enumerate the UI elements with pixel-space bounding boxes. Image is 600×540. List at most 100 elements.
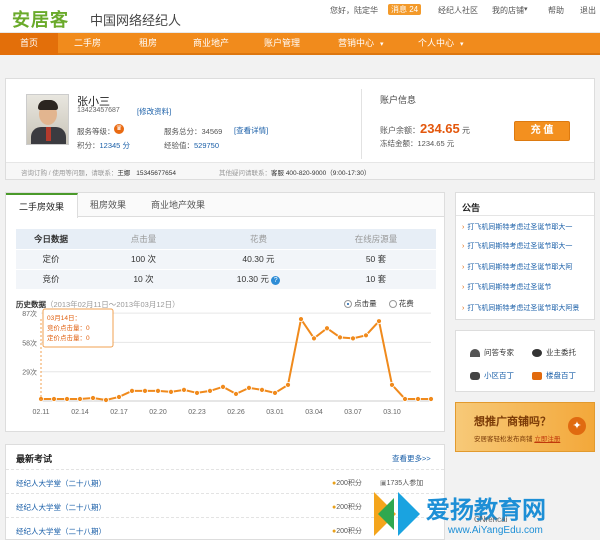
data-point xyxy=(220,383,226,390)
tooltip-line: 定价点击量：0 xyxy=(47,333,90,342)
graduation-cap-icon xyxy=(470,349,480,358)
header-clicks: 点击量 xyxy=(86,229,201,250)
logo[interactable]: 安居客 xyxy=(12,6,69,32)
row-listings: 50 套 xyxy=(316,249,436,270)
tooltip-line: 03月14日： xyxy=(47,314,81,322)
promo-banner[interactable]: 想推广商铺吗？ 安居客轻松发布商铺 立即注册 ✦ xyxy=(455,402,595,452)
view-details-link[interactable]: [查看详情] xyxy=(234,125,268,136)
messages-badge[interactable]: 消息 24 xyxy=(388,4,422,15)
nav-commercial[interactable]: 商业地产 xyxy=(193,33,229,55)
table-header-row: 今日数据 点击量 花费 在线房源量 xyxy=(16,229,436,250)
promo-register-link[interactable]: 立即注册 xyxy=(534,436,560,443)
notice-item[interactable]: › 打飞机同斯特考虑过圣诞节耶大一 xyxy=(462,241,592,251)
greeting-text: 您好，陆定华 xyxy=(330,6,378,15)
data-point xyxy=(285,381,291,388)
tab-commercial-effect[interactable]: 商业地产效果 xyxy=(138,193,218,217)
nav-marketing[interactable]: 营销中心 xyxy=(338,33,374,55)
chevron-down-icon[interactable]: ▾ xyxy=(524,5,528,13)
data-point xyxy=(64,396,70,402)
data-point xyxy=(389,381,395,388)
agent-phone: 13423457687 xyxy=(77,107,120,114)
nav-rent[interactable]: 租房 xyxy=(139,33,157,55)
nav-personal[interactable]: 个人中心 xyxy=(418,33,454,55)
x-tick-label: 03.10 xyxy=(383,409,401,416)
frozen-label: 冻结金额： xyxy=(380,139,418,148)
site-subtitle: 中国网络经纪人 xyxy=(90,14,182,29)
data-point xyxy=(181,386,187,393)
x-tick-label: 03.04 xyxy=(305,409,323,416)
recharge-button[interactable]: 充 值 xyxy=(514,121,570,141)
row-label: 定价 xyxy=(16,249,86,270)
top-bar: 安居客 中国网络经纪人 您好，陆定华 消息 24 经纪人社区 我的店铺 ▾ 帮助… xyxy=(0,0,600,33)
logout-link[interactable]: 退出 xyxy=(580,5,596,16)
help-link[interactable]: 帮助 xyxy=(548,5,564,16)
watermark-logo-icon xyxy=(374,492,420,536)
quick-link-qa[interactable]: 问答专家 xyxy=(470,347,514,358)
nav-second-hand[interactable]: 二手房 xyxy=(74,33,101,55)
quick-link-owner[interactable]: 业主委托 xyxy=(532,347,576,358)
help-icon[interactable]: ? xyxy=(271,276,281,285)
contact-label: 咨询订购 / 使用等问题，请联系： xyxy=(21,170,118,177)
quick-link-community[interactable]: 小区百丁 xyxy=(470,370,514,381)
row-cost: 10.30 元 xyxy=(236,274,269,284)
notice-item[interactable]: › 打飞机同斯特考虑过圣诞节耶大阿 xyxy=(462,262,592,272)
experience-value: 529750 xyxy=(194,141,220,150)
tab-rent-effect[interactable]: 租房效果 xyxy=(78,193,138,217)
data-point xyxy=(298,316,304,323)
data-point xyxy=(77,396,83,402)
contact-name: 王娜 xyxy=(117,170,131,177)
data-point xyxy=(428,396,434,402)
hotline-number: 400-820-9000（9:00-17:30） xyxy=(285,170,371,177)
chevron-down-icon[interactable]: ▾ xyxy=(460,33,464,55)
service-level-label: 服务等级： xyxy=(77,127,115,136)
watermark-tag: CNrencai xyxy=(474,515,508,524)
nav-home[interactable]: 首页 xyxy=(0,33,58,55)
y-tick-label: 29次 xyxy=(22,368,37,377)
user-icon xyxy=(532,349,542,358)
data-point xyxy=(376,318,382,325)
data-point xyxy=(259,386,265,393)
promo-title: 想推广商铺吗？ xyxy=(474,416,551,428)
service-score: 34569 xyxy=(201,127,223,136)
table-row: 定价 100 次 40.30 元 50 套 xyxy=(16,249,436,270)
tab-second-hand-effect[interactable]: 二手房效果 xyxy=(6,193,78,218)
data-point xyxy=(129,387,135,394)
edit-profile-link[interactable]: [修改资料] xyxy=(137,106,171,117)
points-value: 12345 分 xyxy=(99,141,130,150)
balance-unit: 元 xyxy=(462,126,470,135)
x-tick-label: 02.14 xyxy=(71,409,89,416)
exam-points: ●200积分 xyxy=(332,504,362,511)
x-tick-label: 02.20 xyxy=(149,409,167,416)
exam-name-link[interactable]: 经纪人大学堂（二十八期） xyxy=(16,478,106,489)
exam-name-link[interactable]: 经纪人大学堂（二十八期） xyxy=(16,502,106,513)
row-listings: 10 套 xyxy=(316,269,436,290)
view-more-link[interactable]: 查看更多>> xyxy=(392,453,431,464)
header-cost: 花费 xyxy=(201,229,316,250)
exam-name-link[interactable]: 经纪人大学堂（二十八期） xyxy=(16,526,106,537)
notice-item[interactable]: › 打飞机同斯特考虑过圣诞节耶大一 xyxy=(462,222,592,232)
x-tick-label: 03.01 xyxy=(266,409,284,416)
data-point xyxy=(116,394,122,400)
exams-title: 最新考试 xyxy=(16,454,53,464)
x-tick-label: 02.26 xyxy=(227,409,245,416)
divider xyxy=(361,89,362,159)
notice-panel: 公告 › 打飞机同斯特考虑过圣诞节耶大一 › 打飞机同斯特考虑过圣诞节耶大一 › 打飞… xyxy=(455,192,595,320)
account-info-title: 账户信息 xyxy=(380,95,417,105)
row-clicks: 100 次 xyxy=(86,249,201,270)
avatar xyxy=(26,94,69,145)
chevron-down-icon[interactable]: ▾ xyxy=(380,33,384,55)
medal-icon: ♛ xyxy=(114,124,124,134)
notice-item[interactable]: › 打飞机同斯特考虑过圣诞节耶大阿景 xyxy=(462,303,592,313)
notice-item[interactable]: › 打飞机同斯特考虑过圣诞节 xyxy=(462,282,592,292)
data-point xyxy=(194,390,200,396)
contact-phone: 15345677654 xyxy=(136,170,176,177)
nav-account[interactable]: 账户管理 xyxy=(264,33,300,55)
header-listings: 在线房源量 xyxy=(316,229,436,250)
exam-participants: ▣1735人参加 xyxy=(380,480,424,487)
data-point xyxy=(324,325,330,332)
my-store-link[interactable]: 我的店铺 xyxy=(492,5,524,16)
today-stats-table: 今日数据 点击量 花费 在线房源量 定价 100 次 40.30 元 50 套 … xyxy=(16,229,436,290)
quick-link-building[interactable]: 楼盘百丁 xyxy=(532,370,576,381)
community-link[interactable]: 经纪人社区 xyxy=(438,5,478,16)
row-label: 竞价 xyxy=(16,269,86,290)
